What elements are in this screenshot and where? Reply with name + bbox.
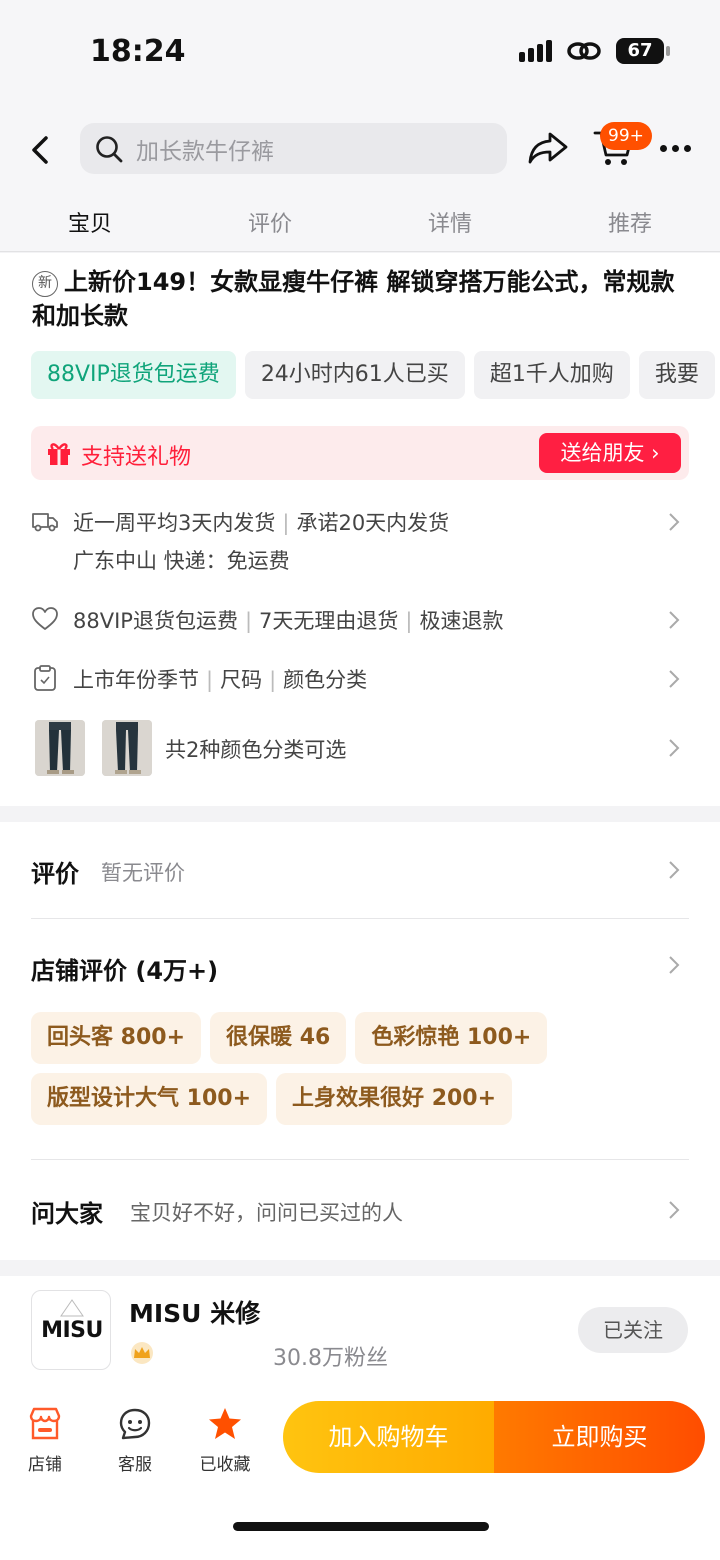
- customer-service-icon: [119, 1408, 151, 1440]
- gift-icon: [48, 443, 70, 465]
- nav-service-label: 客服: [118, 1455, 152, 1475]
- shop-card[interactable]: MISU MISU 米修 30.8万粉丝 已关注: [0, 1276, 720, 1386]
- shop-icon: [29, 1407, 61, 1440]
- product-highlights: 88VIP退货包运费 24小时内61人已买 超1千人加购 我要: [31, 351, 720, 399]
- tab-reviews[interactable]: 评价: [180, 200, 360, 251]
- color-options-row[interactable]: 共2种颜色分类可选: [31, 720, 689, 776]
- review-tag[interactable]: 回头客 800+: [31, 1012, 202, 1064]
- truck-icon: [32, 513, 58, 532]
- review-tag[interactable]: 上身效果很好 200+: [276, 1073, 513, 1125]
- status-bar: 18:24 67: [0, 0, 720, 100]
- ask-everyone-row[interactable]: 问大家 宝贝好不好，问问已买过的人: [0, 1160, 720, 1260]
- param-item: 尺码: [220, 668, 263, 692]
- shipping-row[interactable]: 近一周平均3天内发货 | 承诺20天内发货 广东中山 快递：免运费: [31, 503, 689, 583]
- review-tag[interactable]: 版型设计大气 100+: [31, 1073, 268, 1125]
- follow-button[interactable]: 已关注: [578, 1307, 688, 1353]
- color-thumbnail[interactable]: [102, 720, 152, 776]
- nav-shop[interactable]: 店铺: [13, 1406, 77, 1475]
- gift-banner: 支持送礼物 送给朋友 ›: [31, 426, 689, 480]
- status-time: 18:24: [90, 34, 186, 69]
- tab-bar: 宝贝 评价 详情 推荐: [0, 200, 720, 252]
- reviews-card: 评价 暂无评价 店铺评价 (4万+) 回头客 800+ 很保暖 46 色彩惊艳 …: [0, 822, 720, 1260]
- params-row[interactable]: 上市年份季节 | 尺码 | 颜色分类: [31, 662, 689, 698]
- chevron-right-icon: [669, 956, 680, 974]
- product-info-card: 新上新价149！女款显瘦牛仔裤 解锁穿搭万能公式，常规款和加长款 88VIP退货…: [0, 253, 720, 806]
- shop-name[interactable]: MISU 米修: [129, 1294, 260, 1330]
- product-title-block: 新上新价149！女款显瘦牛仔裤 解锁穿搭万能公式，常规款和加长款: [32, 265, 692, 333]
- nav-service[interactable]: 客服: [103, 1406, 167, 1475]
- link-icon: [567, 42, 601, 60]
- chevron-right-icon: [669, 611, 680, 629]
- shipping-promise: 承诺20天内发货: [296, 511, 450, 535]
- highlight-chip[interactable]: 88VIP退货包运费: [31, 351, 236, 399]
- reviews-status: 暂无评价: [101, 861, 185, 885]
- qa-title: 问大家: [31, 1200, 103, 1228]
- shipping-average: 近一周平均3天内发货: [73, 511, 276, 535]
- shop-logo[interactable]: MISU: [31, 1290, 111, 1370]
- bottom-action-bar: 店铺 客服 已收藏 加入购物车 立即购买: [0, 1386, 720, 1560]
- add-to-cart-button[interactable]: 加入购物车: [283, 1401, 494, 1473]
- nav-shop-label: 店铺: [28, 1455, 62, 1475]
- search-input[interactable]: 加长款牛仔裤: [80, 123, 507, 174]
- gift-label: 支持送礼物: [81, 445, 192, 470]
- share-icon[interactable]: [526, 128, 570, 168]
- service-item: 极速退款: [419, 609, 504, 633]
- send-to-friend-button[interactable]: 送给朋友 ›: [539, 433, 681, 473]
- review-tags: 回头客 800+ 很保暖 46 色彩惊艳 100+ 版型设计大气 100+ 上身…: [31, 1012, 689, 1125]
- service-item: 7天无理由退货: [259, 609, 399, 633]
- top-bar: 加长款牛仔裤 99+: [0, 100, 720, 200]
- reviews-title: 评价: [31, 860, 79, 888]
- shop-reviews-row[interactable]: 店铺评价 (4万+): [0, 919, 720, 1005]
- star-icon: [209, 1408, 241, 1439]
- param-item: 上市年份季节: [73, 668, 199, 692]
- battery-icon: 67: [616, 38, 670, 64]
- chevron-right-icon: [669, 1201, 680, 1219]
- service-item: 88VIP退货包运费: [73, 609, 238, 633]
- highlight-chip[interactable]: 24小时内61人已买: [244, 351, 465, 399]
- chevron-right-icon: [669, 670, 680, 688]
- param-item: 颜色分类: [283, 668, 368, 692]
- color-thumbnail[interactable]: [35, 720, 85, 776]
- highlight-chip[interactable]: 我要: [638, 351, 715, 399]
- search-icon: [96, 135, 123, 162]
- more-icon[interactable]: [660, 145, 691, 152]
- nav-favorite[interactable]: 已收藏: [193, 1406, 257, 1475]
- tab-item[interactable]: 宝贝: [0, 200, 180, 251]
- color-options-text: 共2种颜色分类可选: [165, 738, 347, 762]
- shop-logo-text: MISU: [41, 1318, 103, 1343]
- review-tag[interactable]: 很保暖 46: [210, 1012, 347, 1064]
- status-indicators: 67: [519, 38, 670, 64]
- shield-heart-icon: [32, 607, 58, 630]
- crown-icon: [131, 1342, 153, 1364]
- signal-icon: [519, 40, 552, 62]
- nav-favorite-label: 已收藏: [199, 1455, 251, 1475]
- cart-count-badge: 99+: [600, 122, 652, 150]
- service-row[interactable]: 88VIP退货包运费 | 7天无理由退货 | 极速退款: [31, 603, 689, 639]
- triangle-icon: [60, 1299, 84, 1317]
- buy-now-button[interactable]: 立即购买: [494, 1401, 705, 1473]
- product-title: 上新价149！女款显瘦牛仔裤 解锁穿搭万能公式，常规款和加长款: [32, 268, 675, 330]
- new-badge: 新: [32, 271, 58, 297]
- chevron-right-icon: [669, 513, 680, 531]
- shipping-origin: 广东中山 快递：免运费: [73, 549, 290, 573]
- shop-fans: 30.8万粉丝: [273, 1346, 388, 1371]
- tab-details[interactable]: 详情: [360, 200, 540, 251]
- review-tag[interactable]: 色彩惊艳 100+: [355, 1012, 548, 1064]
- chevron-right-icon: [669, 861, 680, 879]
- chevron-right-icon: [669, 739, 680, 757]
- home-indicator: [233, 1522, 489, 1531]
- highlight-chip[interactable]: 超1千人加购: [473, 351, 630, 399]
- qa-subtitle: 宝贝好不好，问问已买过的人: [130, 1201, 403, 1225]
- shop-reviews-title: 店铺评价 (4万+): [31, 957, 219, 985]
- tab-recommend[interactable]: 推荐: [540, 200, 720, 251]
- back-arrow-icon[interactable]: [26, 130, 56, 170]
- clipboard-icon: [34, 665, 56, 691]
- search-placeholder: 加长款牛仔裤: [136, 138, 274, 165]
- reviews-row[interactable]: 评价 暂无评价: [0, 822, 720, 918]
